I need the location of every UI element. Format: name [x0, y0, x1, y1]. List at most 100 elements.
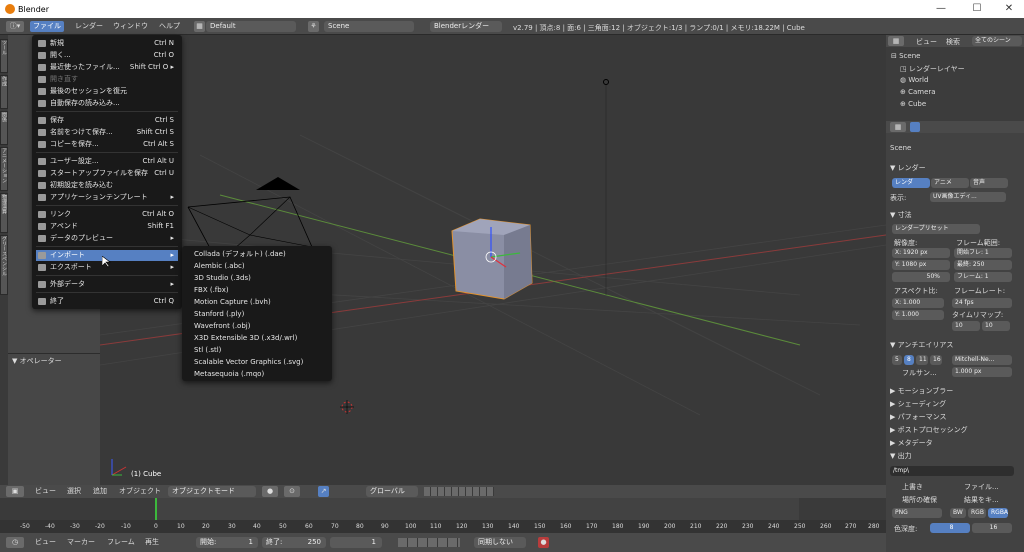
frame-step-field[interactable]: フレーム: 1 [954, 272, 1012, 282]
frame-end-field[interactable]: 最終: 250 [954, 260, 1012, 270]
operator-panel-header[interactable]: ▼ オペレーター [12, 356, 62, 366]
menu-render[interactable]: レンダー [72, 21, 106, 32]
outliner-type-icon[interactable]: ▦ [888, 36, 904, 46]
color-depth-8-button[interactable]: 8 [930, 523, 970, 533]
full-sample-checkbox[interactable]: フルサン... [902, 368, 937, 378]
render-engine-field[interactable]: Blenderレンダー [430, 21, 502, 32]
layers-grid[interactable] [424, 487, 494, 496]
import-menu-item[interactable]: Stl (.stl) [194, 345, 221, 356]
post-processing-panel[interactable]: ▶ ポストプロセッシング [890, 425, 968, 435]
file-menu-item[interactable]: 最後のセッションを復元 [36, 86, 178, 97]
menu-add[interactable]: 追加 [90, 486, 110, 497]
file-extensions-checkbox[interactable]: ファイル... [964, 482, 999, 492]
maximize-button[interactable]: ☐ [962, 0, 992, 18]
tl-menu-frame[interactable]: フレーム [104, 537, 138, 548]
current-frame-field[interactable]: 1 [330, 537, 382, 548]
tl-menu-marker[interactable]: マーカー [64, 537, 98, 548]
file-menu-item[interactable]: 外部データ ▸ [36, 279, 178, 290]
remap-old-field[interactable]: 10 [952, 321, 980, 331]
file-format-dropdown[interactable]: PNG [892, 508, 942, 518]
display-dropdown[interactable]: UV画像エディ... [930, 192, 1006, 202]
tab-physics[interactable]: 物理演算 [0, 193, 8, 233]
timeline-type-icon[interactable]: ◷ [6, 537, 24, 548]
file-menu-item[interactable]: ユーザー設定... Ctrl Alt U [36, 156, 178, 167]
aa-samples-11[interactable]: 11 [916, 355, 928, 365]
file-menu-item[interactable]: スタートアップファイルを保存 Ctrl U [36, 168, 178, 179]
file-menu-item[interactable]: 自動保存の読み込み... [36, 98, 178, 109]
shading-icon[interactable]: ● [262, 486, 278, 497]
audio-button[interactable]: 音声 [970, 178, 1008, 188]
view3d-type-icon[interactable]: ▣ [6, 486, 24, 497]
lamp-object[interactable] [603, 79, 609, 296]
filter-size-field[interactable]: 1.000 px [952, 367, 1012, 377]
outliner-render-layers[interactable]: ◳ レンダーレイヤー [900, 64, 965, 74]
file-menu-item[interactable]: 最近使ったファイル... Shift Ctrl O ▸ [36, 62, 178, 73]
resolution-percent-field[interactable]: 50% [892, 272, 950, 282]
outliner-world[interactable]: ◍ World [900, 76, 928, 84]
sync-dropdown[interactable]: 同期しない [474, 537, 526, 548]
animation-button[interactable]: アニメ [931, 178, 969, 188]
file-menu-item[interactable]: 保存 Ctrl S [36, 115, 178, 126]
framerate-dropdown[interactable]: 24 fps [952, 298, 1012, 308]
file-menu-item[interactable]: アプリケーションテンプレート ▸ [36, 192, 178, 203]
file-menu-item[interactable]: アペンド Shift F1 [36, 221, 178, 232]
start-frame-field[interactable]: 開始: 1 [196, 537, 258, 548]
outliner-view-menu[interactable]: ビュー [916, 37, 937, 47]
end-frame-field[interactable]: 終了: 250 [262, 537, 326, 548]
outliner-filter-field[interactable]: 全てのシーン [972, 36, 1022, 46]
cache-result-checkbox[interactable]: 結果をキ... [964, 495, 999, 505]
menu-view[interactable]: ビュー [32, 486, 59, 497]
import-menu-item[interactable]: Alembic (.abc) [194, 261, 245, 272]
import-menu-item[interactable]: Metasequoia (.mqo) [194, 369, 264, 380]
tl-menu-playback[interactable]: 再生 [142, 537, 162, 548]
editor-type-icon[interactable]: ⓘ▾ [6, 21, 24, 32]
resolution-y-field[interactable]: Y: 1080 px [892, 260, 950, 270]
color-rgba-button[interactable]: RGBA [988, 508, 1008, 518]
motion-blur-panel[interactable]: ▶ モーションブラー [890, 386, 953, 396]
aspect-y-field[interactable]: Y: 1.000 [892, 310, 944, 320]
tab-tools[interactable]: ツール [0, 39, 8, 73]
tab-create[interactable]: 作成 [0, 75, 8, 109]
aa-samples-5[interactable]: 5 [892, 355, 902, 365]
menu-file[interactable]: ファイル [30, 21, 64, 32]
file-menu-item[interactable]: データのプレビュー ▸ [36, 233, 178, 244]
aa-samples-16[interactable]: 16 [930, 355, 942, 365]
file-menu-item[interactable]: コピーを保存... Ctrl Alt S [36, 139, 178, 150]
performance-panel[interactable]: ▶ パフォーマンス [890, 412, 946, 422]
color-bw-button[interactable]: BW [950, 508, 966, 518]
output-panel-header[interactable]: ▼ 出力 [890, 451, 912, 461]
remap-new-field[interactable]: 10 [982, 321, 1010, 331]
file-menu-item[interactable]: 新規 Ctrl N [36, 38, 178, 49]
tl-menu-view[interactable]: ビュー [32, 537, 59, 548]
import-menu-item[interactable]: Scalable Vector Graphics (.svg) [194, 357, 303, 368]
overwrite-checkbox[interactable]: 上書き [902, 482, 923, 492]
timeline-editor[interactable]: -50 -40 -30 -20 -10 0 10 20 30 40 50 60 … [0, 498, 886, 533]
tab-relations[interactable]: 関係 [0, 111, 8, 145]
file-menu-item[interactable]: 開く... Ctrl O [36, 50, 178, 61]
color-rgb-button[interactable]: RGB [968, 508, 986, 518]
resolution-x-field[interactable]: X: 1920 px [892, 248, 950, 258]
color-depth-16-button[interactable]: 16 [972, 523, 1012, 533]
mode-dropdown[interactable]: オブジェクトモード [168, 486, 256, 497]
import-menu-item[interactable]: Wavefront (.obj) [194, 321, 250, 332]
frame-start-field[interactable]: 開始フレ: 1 [954, 248, 1012, 258]
outliner-scene[interactable]: ⊟ Scene [891, 52, 920, 60]
file-menu-item[interactable]: 終了 Ctrl Q [36, 296, 178, 307]
antialiasing-panel-header[interactable]: ▼ アンチエイリアス [890, 340, 953, 350]
render-tab-icon[interactable] [910, 122, 920, 132]
import-menu-item[interactable]: 3D Studio (.3ds) [194, 273, 251, 284]
aa-samples-8[interactable]: 8 [904, 355, 914, 365]
aspect-x-field[interactable]: X: 1.000 [892, 298, 944, 308]
dimensions-panel-header[interactable]: ▼ 寸法 [890, 210, 912, 220]
output-path-field[interactable]: /tmp\ [890, 466, 1014, 476]
scene-field[interactable]: Scene [324, 21, 414, 32]
render-panel-header[interactable]: ▼ レンダー [890, 163, 926, 173]
tab-animation[interactable]: アニメーション [0, 147, 8, 191]
properties-type-icon[interactable]: ▦ [890, 122, 906, 132]
aa-filter-dropdown[interactable]: Mitchell-Ne... [952, 355, 1012, 365]
cube-object[interactable] [451, 218, 533, 300]
pivot-icon[interactable]: ⊙ [284, 486, 300, 497]
file-menu-item[interactable]: リンク Ctrl Alt O [36, 209, 178, 220]
placeholders-checkbox[interactable]: 場所の確保 [902, 495, 937, 505]
close-button[interactable]: ✕ [994, 0, 1024, 18]
